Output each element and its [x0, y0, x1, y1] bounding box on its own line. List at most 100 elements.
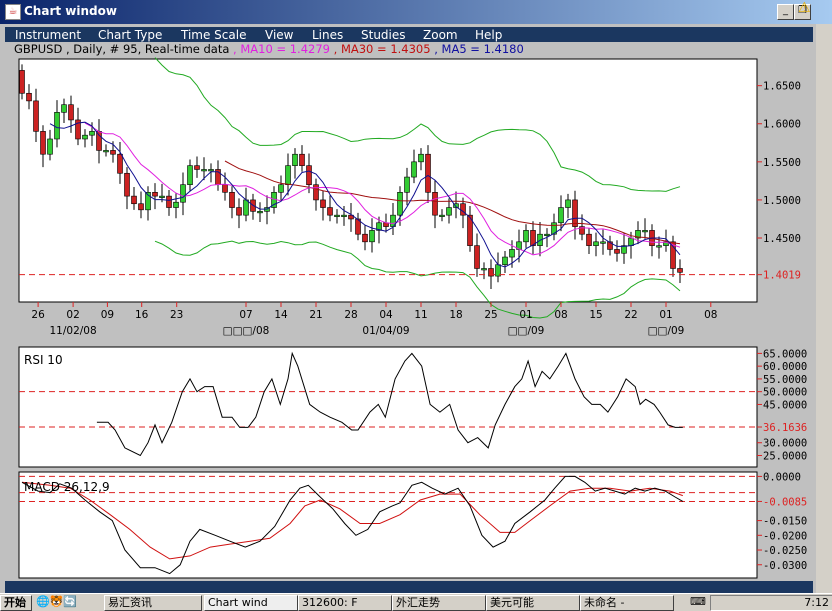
candle-body [103, 150, 109, 153]
candle-body [124, 172, 130, 197]
candle-body [586, 233, 592, 246]
taskbar-item[interactable]: 外汇走势 [392, 595, 486, 611]
system-tray: 7:12 [710, 595, 832, 611]
current-price-label: 1.4019 [763, 270, 801, 282]
macd-tick-label: -0.0150 [763, 516, 807, 528]
date-tick-label: 07 [239, 309, 252, 321]
date-tick-label: 21 [309, 309, 322, 321]
date-tick-label: 08 [704, 309, 717, 321]
candle-body [229, 192, 235, 208]
date-tick-label: 23 [170, 309, 183, 321]
macd-current-label: -0.0085 [763, 496, 807, 508]
macd-plot [18, 471, 758, 579]
candle-body [19, 70, 25, 94]
candle-body [278, 184, 284, 193]
candle-body [425, 153, 431, 193]
candle-body [565, 199, 571, 208]
rsi-current-label: 36.1636 [763, 422, 807, 434]
taskbar: 开始 🌐🐯🔄 易汇资讯 Chart wind 312600: F 外汇走势 美元… [0, 593, 832, 611]
candle-body [61, 104, 67, 113]
macd-title: MACD 26,12,9 [24, 480, 110, 494]
candle-body [187, 165, 193, 185]
clock: 7:12 [804, 596, 829, 609]
candle-body [558, 207, 564, 224]
date-tick-label: 09 [101, 309, 114, 321]
candle-body [236, 207, 242, 216]
taskbar-item-active[interactable]: Chart wind [204, 595, 298, 611]
date-label: □□□/08 [223, 325, 270, 337]
keyboard-icon[interactable]: ⌨ [690, 595, 706, 608]
candle-body [320, 199, 326, 208]
date-tick-label: 26 [31, 309, 45, 321]
candle-body [432, 192, 438, 216]
candle-body [138, 203, 144, 211]
candle-body [628, 237, 634, 246]
date-label: 11/02/08 [50, 325, 97, 337]
candle-body [418, 153, 424, 163]
candle-body [243, 199, 249, 216]
macd-tick-label: 0.0000 [763, 471, 801, 483]
macd-tick-label: -0.0200 [763, 530, 807, 542]
date-label: □□/09 [648, 325, 685, 337]
candle-body [166, 195, 172, 208]
candle-body [180, 184, 186, 203]
candle-body [509, 249, 515, 258]
candle-body [600, 241, 606, 244]
date-tick-label: 01 [659, 309, 672, 321]
candle-body [411, 161, 417, 178]
rsi-tick-label: 60.0000 [763, 361, 807, 373]
date-tick-label: 08 [554, 309, 567, 321]
candle-body [334, 214, 340, 217]
date-tick-label: 18 [449, 309, 462, 321]
candle-body [446, 207, 452, 216]
candle-body [292, 153, 298, 166]
date-tick-label: 16 [135, 309, 149, 321]
candle-body [173, 201, 179, 208]
rsi-tick-label: 55.0000 [763, 374, 807, 386]
rsi-tick-label: 50.0000 [763, 387, 807, 399]
date-tick-label: 02 [66, 309, 79, 321]
candle-body [82, 134, 88, 140]
chart-area[interactable]: 1.6500 1.6000 1.5500 1.5000 1.4500 1.4019 26 02… [0, 0, 832, 593]
price-tick-label: 1.6500 [763, 81, 801, 93]
date-tick-label: 01 [519, 309, 532, 321]
candle-body [474, 245, 480, 269]
candle-body [222, 184, 228, 193]
candle-body [341, 214, 347, 217]
taskbar-item[interactable]: 易汇资讯 [104, 595, 202, 611]
candle-body [285, 165, 291, 185]
candle-body [152, 192, 158, 197]
price-tick-label: 1.6000 [763, 119, 801, 131]
date-tick-label: 22 [624, 309, 637, 321]
candle-body [369, 230, 375, 243]
rsi-tick-label: 30.0000 [763, 438, 807, 450]
candle-body [26, 92, 32, 102]
taskbar-item[interactable]: 312600: F [298, 595, 392, 611]
candle-body [313, 184, 319, 201]
date-tick-label: 14 [274, 309, 288, 321]
date-tick-label: 04 [379, 309, 393, 321]
taskbar-item[interactable]: 未命名 - [580, 595, 674, 611]
candle-body [159, 195, 165, 198]
candle-body [523, 230, 529, 243]
taskbar-item[interactable]: 美元可能 [486, 595, 580, 611]
candle-body [327, 207, 333, 216]
candle-body [544, 233, 550, 237]
candle-body [306, 165, 312, 185]
quicklaunch-icons[interactable]: 🌐🐯🔄 [36, 595, 77, 608]
date-label: 01/04/09 [362, 325, 409, 337]
candle-body [110, 150, 116, 155]
candle-body [677, 268, 683, 273]
candle-body [397, 192, 403, 216]
rsi-tick-label: 65.0000 [763, 348, 807, 360]
date-tick-label: 28 [344, 309, 357, 321]
candle-body [208, 169, 214, 172]
price-tick-label: 1.4500 [763, 233, 801, 245]
candle-body [89, 131, 95, 136]
macd-tick-label: -0.0300 [763, 560, 807, 572]
macd-tick-label: -0.0250 [763, 545, 807, 557]
candle-body [194, 165, 200, 170]
rsi-tick-label: 25.0000 [763, 451, 807, 463]
price-tick-label: 1.5500 [763, 157, 801, 169]
start-button[interactable]: 开始 [0, 595, 32, 611]
